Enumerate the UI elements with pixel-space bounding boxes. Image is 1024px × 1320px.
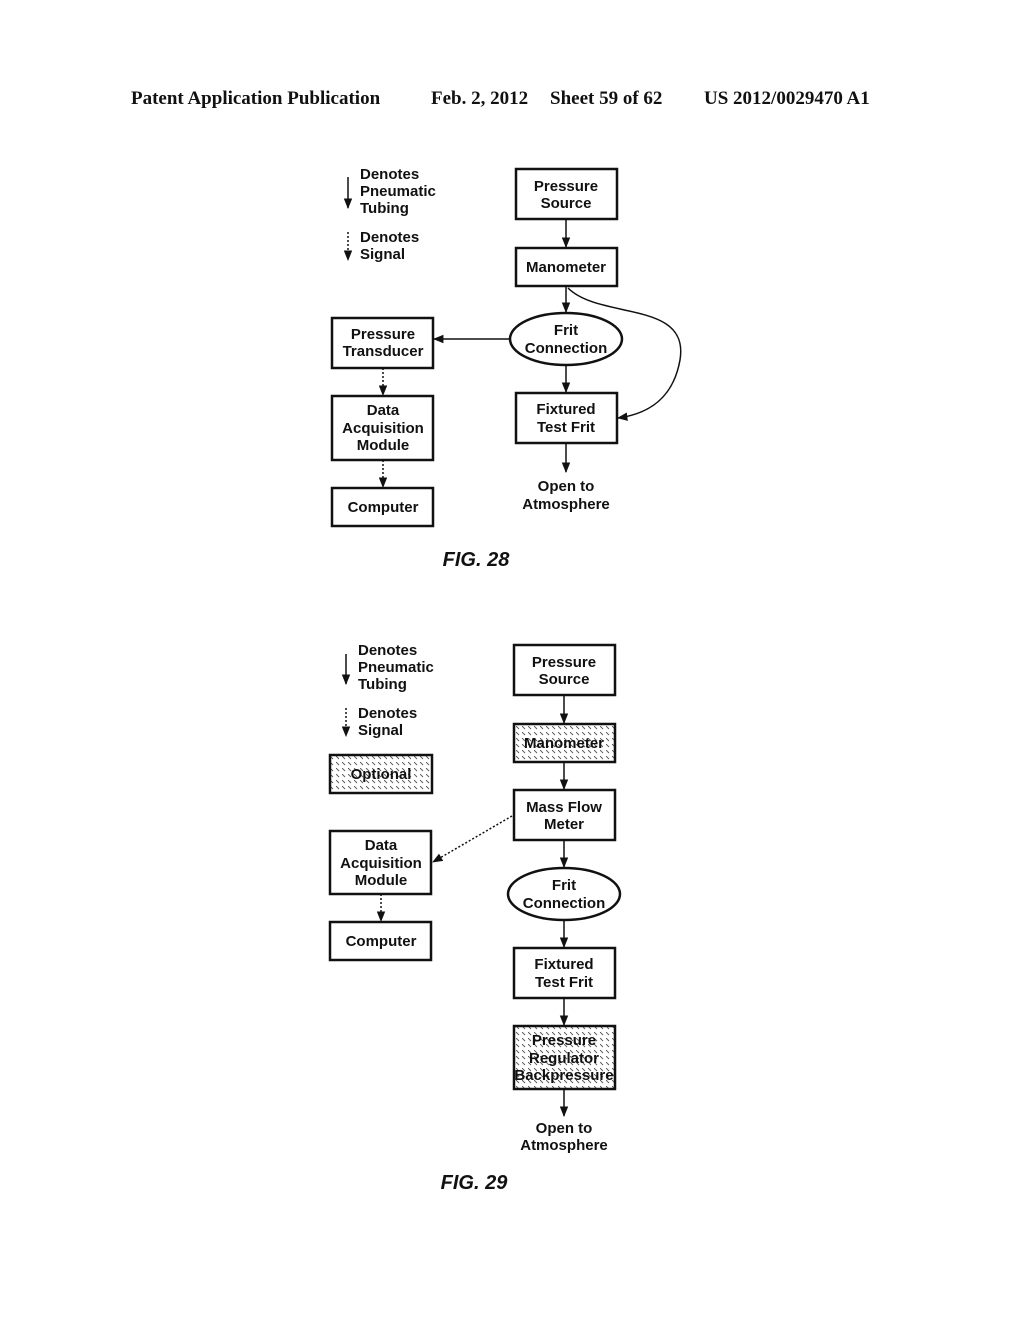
node-label: Meter — [544, 816, 584, 833]
node-label: Connection — [525, 340, 608, 357]
node-label: Pressure — [532, 654, 596, 671]
fig28-node-pressure-transducer: Pressure Transducer — [330, 316, 435, 370]
fig29-node-mass-flow-meter: Mass Flow Meter — [512, 788, 617, 842]
node-label: Computer — [348, 499, 419, 516]
fig28-caption: FIG. 28 — [443, 549, 511, 571]
fig28-node-computer: Computer — [330, 486, 435, 528]
node-label: Fixtured — [534, 956, 593, 973]
legend-text: Denotes — [358, 705, 417, 722]
node-label: Open to — [536, 1120, 593, 1137]
node-label: Module — [357, 437, 410, 454]
node-label: Pressure — [532, 1032, 596, 1049]
fig29-node-open-atmosphere: Open to Atmosphere — [520, 1120, 608, 1154]
fig28-node-pressure-source: Pressure Source — [514, 167, 619, 221]
legend-text: Denotes — [358, 642, 417, 659]
node-label: Frit — [552, 877, 576, 894]
fig29-node-data-acquisition: Data Acquisition Module — [328, 829, 433, 896]
node-label: Open to — [538, 478, 595, 495]
legend-text: Signal — [360, 246, 405, 263]
fig28-node-data-acquisition: Data Acquisition Module — [330, 394, 435, 462]
node-label: Atmosphere — [522, 496, 610, 513]
fig29-node-fixtured-test-frit: Fixtured Test Frit — [512, 946, 617, 1000]
node-label: Pressure — [351, 326, 415, 343]
node-label: Acquisition — [342, 420, 424, 437]
legend-text: Tubing — [360, 200, 409, 217]
fig28-node-manometer: Manometer — [514, 246, 619, 288]
legend-text: Denotes — [360, 166, 419, 183]
diagram-canvas: Denotes Pneumatic Tubing Denotes Signal … — [328, 166, 682, 1194]
fig29-legend-pneumatic: Denotes Pneumatic Tubing — [341, 642, 434, 693]
fig29-node-manometer-optional: Manometer — [512, 722, 617, 764]
node-label: Module — [355, 872, 408, 889]
node-label: Acquisition — [340, 855, 422, 872]
fig28-node-frit-connection: Frit Connection — [508, 311, 624, 367]
node-label: Transducer — [343, 343, 424, 360]
node-label: Computer — [346, 933, 417, 950]
node-label: Source — [539, 671, 590, 688]
node-label: Manometer — [524, 735, 604, 752]
fig29-diagram: Denotes Pneumatic Tubing Denotes Signal … — [328, 642, 622, 1194]
node-label: Mass Flow — [526, 799, 602, 816]
fig29-caption: FIG. 29 — [441, 1172, 509, 1194]
node-label: Frit — [554, 322, 578, 339]
legend-text: Optional — [351, 766, 412, 783]
legend-text: Signal — [358, 722, 403, 739]
fig28-diagram: Denotes Pneumatic Tubing Denotes Signal … — [330, 166, 682, 571]
node-label: Data — [367, 402, 400, 419]
node-label: Connection — [523, 895, 606, 912]
node-label: Atmosphere — [520, 1137, 608, 1154]
node-label: Manometer — [526, 259, 606, 276]
node-label: Backpressure — [514, 1067, 613, 1084]
legend-text: Pneumatic — [358, 659, 434, 676]
fig28-legend-signal: Denotes Signal — [343, 229, 419, 263]
node-label: Test Frit — [535, 974, 593, 991]
fig29-legend-optional: Optional — [328, 753, 434, 795]
fig29-node-pressure-source: Pressure Source — [512, 643, 617, 697]
node-label: Data — [365, 837, 398, 854]
legend-text: Tubing — [358, 676, 407, 693]
legend-text: Denotes — [360, 229, 419, 246]
fig29-node-pressure-regulator-optional: Pressure Regulator Backpressure — [512, 1024, 617, 1091]
node-label: Test Frit — [537, 419, 595, 436]
legend-text: Pneumatic — [360, 183, 436, 200]
fig28-legend-pneumatic: Denotes Pneumatic Tubing — [343, 166, 436, 217]
node-label: Pressure — [534, 178, 598, 195]
fig28-node-open-atmosphere: Open to Atmosphere — [522, 478, 610, 513]
signal-massflow-to-daq — [432, 815, 513, 863]
fig28-node-fixtured-test-frit: Fixtured Test Frit — [514, 391, 619, 445]
fig29-legend-signal: Denotes Signal — [341, 705, 417, 739]
node-label: Fixtured — [536, 401, 595, 418]
node-label: Regulator — [529, 1050, 599, 1067]
fig29-node-computer: Computer — [328, 920, 433, 962]
fig29-node-frit-connection: Frit Connection — [506, 866, 622, 922]
node-label: Source — [541, 195, 592, 212]
